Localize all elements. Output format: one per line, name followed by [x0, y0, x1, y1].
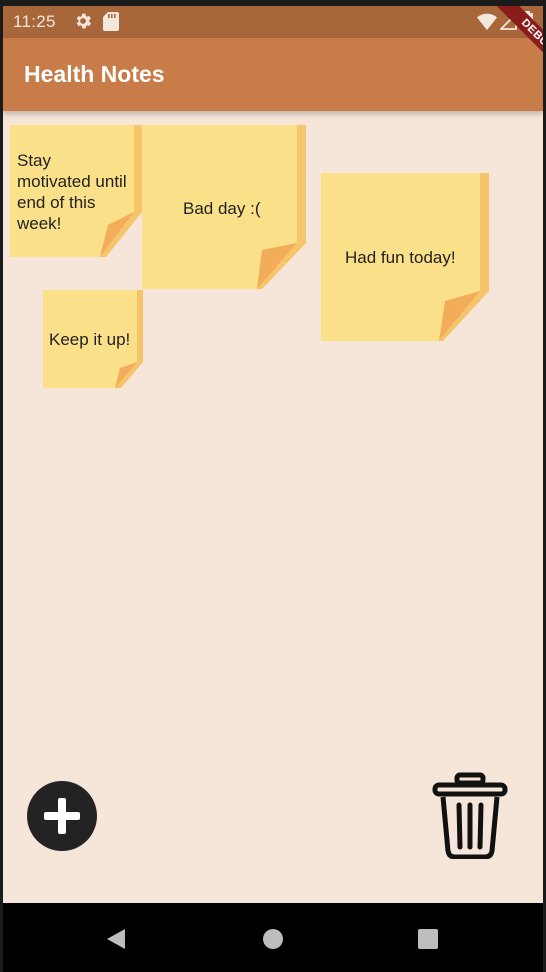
sd-card-icon	[103, 12, 119, 31]
sticky-note[interactable]: Had fun today!	[321, 173, 489, 341]
app-bar: Health Notes	[3, 38, 543, 111]
battery-icon	[522, 11, 533, 31]
sticky-note[interactable]: Keep it up!	[43, 290, 143, 388]
back-triangle-icon[interactable]	[105, 927, 127, 951]
home-circle-icon[interactable]	[262, 928, 284, 950]
note-text: Bad day :(	[183, 199, 261, 218]
signal-icon	[500, 13, 517, 30]
note-text: Had fun today!	[345, 248, 456, 267]
delete-note-button[interactable]	[431, 771, 509, 860]
note-text: Keep it up!	[49, 330, 131, 349]
wifi-icon	[477, 13, 497, 30]
sticky-note[interactable]: Stay motivated until end of this week!	[10, 125, 142, 257]
note-text: Stay motivated until end of this week!	[17, 151, 127, 233]
device-screen: 11:25 Health Notes DEBUG Stay motivated …	[0, 0, 546, 972]
recents-square-icon[interactable]	[418, 929, 438, 949]
app-title: Health Notes	[24, 61, 165, 87]
trash-icon	[432, 772, 508, 860]
gear-icon	[76, 13, 92, 29]
status-time: 11:25	[13, 12, 56, 31]
notes-board: Stay motivated until end of this week! B…	[3, 111, 543, 903]
sticky-note[interactable]: Bad day :(	[142, 125, 306, 289]
system-nav-bar	[3, 903, 543, 972]
plus-icon	[44, 798, 80, 834]
add-note-button[interactable]	[27, 781, 97, 851]
status-bar: 11:25	[3, 6, 543, 38]
